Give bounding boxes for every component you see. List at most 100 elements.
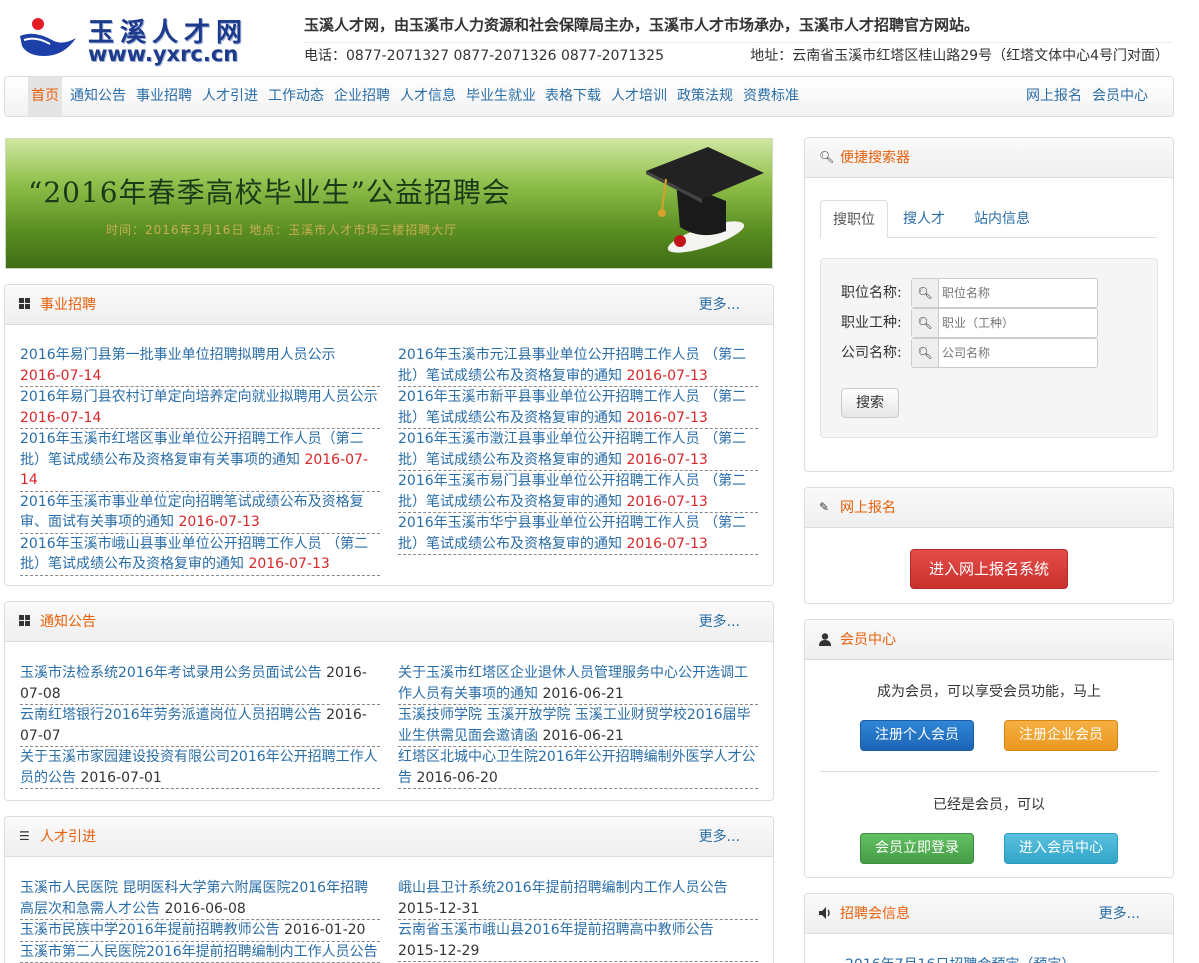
nav-item-talent-info[interactable]: 人才信息 xyxy=(400,77,456,116)
nav-item-graduates[interactable]: 毕业生就业 xyxy=(466,77,536,116)
graduation-cap-icon xyxy=(646,147,764,253)
grid-icon xyxy=(19,615,32,628)
pencil-icon: ✎ xyxy=(819,500,830,514)
field-row-occupation: 职业工种: 🔍︎ xyxy=(841,308,1141,338)
panel-title: 便捷搜索器 xyxy=(840,150,910,166)
list-item[interactable]: 峨山县卫计系统2016年提前招聘编制内工作人员公告 2015-12-31 xyxy=(398,878,758,920)
contact-phone: 电话：0877-2071327 0877-2071326 0877-207132… xyxy=(304,48,664,64)
list-item[interactable]: 关于玉溪市家园建设投资有限公司2016年公开招聘工作人员的公告 2016-07-… xyxy=(20,747,380,789)
nav-item-forms[interactable]: 表格下载 xyxy=(545,77,601,116)
list-item[interactable]: 玉溪市人民医院 昆明医科大学第六附属医院2016年招聘高层次和急需人才公告 20… xyxy=(20,878,380,920)
panel-header: 会员中心 xyxy=(805,620,1173,660)
panel-header: ✎ 网上报名 xyxy=(805,488,1173,528)
list-item[interactable]: 玉溪技师学院 玉溪开放学院 玉溪工业财贸学校2016届毕业生供需见面会邀请函 2… xyxy=(398,705,758,747)
nav-item-training[interactable]: 人才培训 xyxy=(611,77,667,116)
more-link[interactable]: 更多... xyxy=(1099,894,1140,934)
list-right: 峨山县卫计系统2016年提前招聘编制内工作人员公告 2015-12-31 云南省… xyxy=(398,878,758,962)
nav-item-home[interactable]: 首页 xyxy=(28,77,62,116)
list-item[interactable]: 2016年玉溪市易门县事业单位公开招聘工作人员 （第二批）笔试成绩公布及资格复审… xyxy=(398,471,758,513)
field-row-job-title: 职位名称: 🔍︎ xyxy=(841,278,1141,308)
job-title-input[interactable] xyxy=(942,281,1092,305)
list-item[interactable]: 2016年玉溪市澂江县事业单位公开招聘工作人员 （第二批）笔试成绩公布及资格复审… xyxy=(398,429,758,471)
panel-header: 🔍︎ 便捷搜索器 xyxy=(805,138,1173,178)
list-item[interactable]: 2016年玉溪市红塔区事业单位公开招聘工作人员（第二批）笔试成绩公布及资格复审有… xyxy=(20,429,380,492)
site-logo[interactable]: 玉溪人才网 www.yxrc.cn xyxy=(18,10,258,70)
list-item[interactable]: 关于玉溪市红塔区企业退休人员管理服务中心公开选调工作人员有关事项的通知 2016… xyxy=(398,663,758,705)
list-item[interactable]: 2016年玉溪市华宁县事业单位公开招聘工作人员 （第二批）笔试成绩公布及资格复审… xyxy=(398,513,758,555)
banner-job-fair[interactable]: “2016年春季高校毕业生”公益招聘会 时间：2016年3月16日 地点：玉溪市… xyxy=(5,138,773,269)
job-fair-item[interactable]: 2016年7月16日招聘会预定（预定） xyxy=(845,954,1075,963)
nav-item-company-recruit[interactable]: 企业招聘 xyxy=(334,77,390,116)
company-input[interactable] xyxy=(942,341,1092,365)
more-link[interactable]: 更多... xyxy=(699,602,740,642)
list-item[interactable]: 玉溪市第二人民医院2016年提前招聘编制内工作人员公告 xyxy=(20,942,380,963)
list-right: 关于玉溪市红塔区企业退休人员管理服务中心公开选调工作人员有关事项的通知 2016… xyxy=(398,663,758,789)
field-label: 职位名称: xyxy=(841,285,902,301)
nav-item-online-signup[interactable]: 网上报名 xyxy=(1026,77,1082,116)
nav-item-policies[interactable]: 政策法规 xyxy=(677,77,733,116)
register-company-button[interactable]: 注册企业会员 xyxy=(1004,720,1118,751)
panel-quick-search: 🔍︎ 便捷搜索器 搜职位 搜人才 站内信息 职位名称: 🔍︎ 职业工种: 🔍︎ … xyxy=(804,137,1174,472)
occupation-input[interactable] xyxy=(942,311,1092,335)
list-left: 2016年易门县第一批事业单位招聘拟聘用人员公示 2016-07-14 2016… xyxy=(20,345,380,576)
banner-subtitle: 时间：2016年3月16日 地点：玉溪市人才市场三楼招聘大厅 xyxy=(106,223,458,237)
search-button[interactable]: 搜索 xyxy=(841,388,899,418)
panel-header: 通知公告 更多... xyxy=(5,602,773,642)
company-input-group: 🔍︎ xyxy=(911,338,1098,368)
occupation-input-group: 🔍︎ xyxy=(911,308,1098,338)
search-icon: 🔍︎ xyxy=(912,309,939,337)
nav-item-member-center[interactable]: 会员中心 xyxy=(1092,77,1148,116)
list-item[interactable]: 2016年玉溪市峨山县事业单位公开招聘工作人员 （第二批）笔试成绩公布及资格复审… xyxy=(20,534,380,576)
panel-online-signup: ✎ 网上报名 进入网上报名系统 xyxy=(804,487,1174,604)
site-slogan: 玉溪人才网，由玉溪市人力资源和社会保障局主办，玉溪市人才市场承办，玉溪市人才招聘… xyxy=(304,16,980,34)
more-link[interactable]: 更多... xyxy=(699,285,740,325)
nav-item-public-recruit[interactable]: 事业招聘 xyxy=(136,77,192,116)
nav-item-notices[interactable]: 通知公告 xyxy=(70,77,126,116)
search-icon: 🔍︎ xyxy=(819,150,835,164)
panel-title: 会员中心 xyxy=(840,632,896,648)
list-icon: ☰ xyxy=(19,829,30,843)
list-item[interactable]: 云南红塔银行2016年劳务派遣岗位人员招聘公告 2016-07-07 xyxy=(20,705,380,747)
member-login-button[interactable]: 会员立即登录 xyxy=(860,833,974,864)
nav-item-fees[interactable]: 资费标准 xyxy=(743,77,799,116)
tab-search-jobs[interactable]: 搜职位 xyxy=(820,200,888,238)
search-icon: 🔍︎ xyxy=(912,339,939,367)
list-left: 玉溪市人民医院 昆明医科大学第六附属医院2016年招聘高层次和急需人才公告 20… xyxy=(20,878,380,963)
list-item[interactable]: 玉溪市民族中学2016年提前招聘教师公告 2016-01-20 xyxy=(20,920,380,942)
list-item[interactable]: 2016年易门县农村订单定向培养定向就业拟聘用人员公示 2016-07-14 xyxy=(20,387,380,429)
member-login-text: 已经是会员，可以 xyxy=(933,797,1045,813)
contact-address: 地址：云南省玉溪市红塔区桂山路29号（红塔文体中心4号门对面） xyxy=(750,48,1169,64)
search-form: 职位名称: 🔍︎ 职业工种: 🔍︎ 公司名称: 🔍︎ 搜索 xyxy=(820,258,1158,438)
list-item[interactable]: 红塔区北城中心卫生院2016年公开招聘编制外医学人才公告 2016-06-20 xyxy=(398,747,758,789)
main-nav: 首页 通知公告 事业招聘 人才引进 工作动态 企业招聘 人才信息 毕业生就业 表… xyxy=(4,76,1174,117)
tab-search-talent[interactable]: 搜人才 xyxy=(891,200,957,238)
nav-item-work-news[interactable]: 工作动态 xyxy=(268,77,324,116)
banner-title: “2016年春季高校毕业生”公益招聘会 xyxy=(28,176,511,209)
panel-job-fair-info: 招聘会信息 更多... 2016年7月16日招聘会预定（预定） xyxy=(804,893,1174,963)
panel-header: 事业招聘 更多... xyxy=(5,285,773,325)
panel-header: ☰ 人才引进 更多... xyxy=(5,817,773,857)
user-icon xyxy=(819,633,832,646)
list-item[interactable]: 2016年玉溪市事业单位定向招聘笔试成绩公布及资格复审、面试有关事项的通知 20… xyxy=(20,492,380,534)
member-divider xyxy=(820,771,1158,772)
list-item[interactable]: 云南省玉溪市峨山县2016年提前招聘高中教师公告 2015-12-29 xyxy=(398,920,758,962)
panel-member-center: 会员中心 成为会员，可以享受会员功能，马上 注册个人会员 注册企业会员 已经是会… xyxy=(804,619,1174,878)
nav-item-talent-intro[interactable]: 人才引进 xyxy=(202,77,258,116)
tab-site-info[interactable]: 站内信息 xyxy=(962,200,1042,238)
panel-title: 通知公告 xyxy=(40,614,96,630)
list-item[interactable]: 2016年玉溪市新平县事业单位公开招聘工作人员 （第二批）笔试成绩公布及资格复审… xyxy=(398,387,758,429)
list-item[interactable]: 2016年玉溪市元江县事业单位公开招聘工作人员 （第二批）笔试成绩公布及资格复审… xyxy=(398,345,758,387)
list-item[interactable]: 2016年易门县第一批事业单位招聘拟聘用人员公示 2016-07-14 xyxy=(20,345,380,387)
panel-header: 招聘会信息 更多... xyxy=(805,894,1173,934)
panel-title: 网上报名 xyxy=(840,500,896,516)
volume-icon xyxy=(819,907,832,920)
list-right: 2016年玉溪市元江县事业单位公开招聘工作人员 （第二批）笔试成绩公布及资格复审… xyxy=(398,345,758,555)
list-item[interactable]: 玉溪市法检系统2016年考试录用公务员面试公告 2016-07-08 xyxy=(20,663,380,705)
register-personal-button[interactable]: 注册个人会员 xyxy=(860,720,974,751)
enter-member-center-button[interactable]: 进入会员中心 xyxy=(1004,833,1118,864)
logo-url: www.yxrc.cn xyxy=(88,42,239,66)
panel-title: 人才引进 xyxy=(40,829,96,845)
enter-signup-system-button[interactable]: 进入网上报名系统 xyxy=(910,549,1068,589)
panel-title: 事业招聘 xyxy=(40,297,96,313)
more-link[interactable]: 更多... xyxy=(699,817,740,857)
